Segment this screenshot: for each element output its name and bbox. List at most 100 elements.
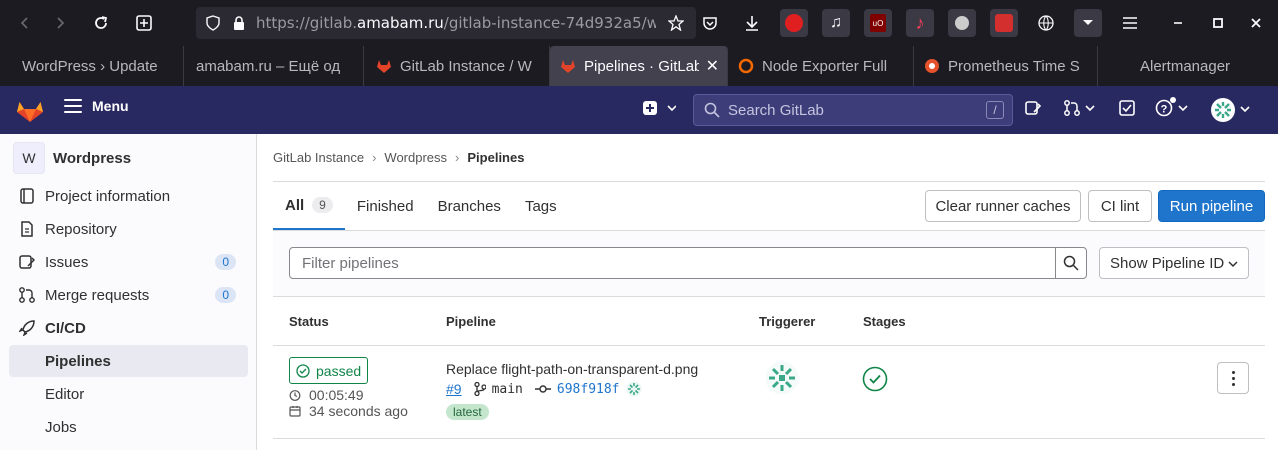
close-tab-icon[interactable]: ✕ [706,56,719,76]
sidebar-item-merge-requests[interactable]: Merge requests 0 [9,279,248,311]
issues-icon[interactable] [1025,100,1042,119]
commit-sha-link[interactable]: 698f918f [557,382,620,397]
project-sidebar: W Wordpress Project information Reposito… [0,134,257,450]
browser-toolbar: https://gitlab.amabam.ru/gitlab-instance… [0,0,1278,46]
reload-icon[interactable] [86,8,116,38]
sidebar-item-issues[interactable]: Issues 0 [9,246,248,278]
merge-requests-icon[interactable] [1064,100,1096,119]
hamburger-icon[interactable] [1116,9,1144,37]
chevron-right-icon: › [372,150,377,165]
branch-link[interactable]: main [492,382,523,397]
chevron-down-icon[interactable] [1074,9,1102,37]
issues-icon [19,254,35,270]
sidebar-item-project-information[interactable]: Project information [9,180,248,212]
browser-tab[interactable]: Node Exporter Full [728,46,914,86]
status-badge[interactable]: passed [289,357,369,384]
gitlab-header: Menu Search GitLab / ? [0,86,1278,134]
commit-author-avatar[interactable] [626,381,642,397]
lock-icon[interactable] [232,15,246,31]
browser-tab[interactable]: Prometheus Time S [914,46,1098,86]
more-actions-button[interactable] [1217,362,1249,394]
ublock-icon[interactable]: uO [864,9,892,37]
sidebar-item-repository[interactable]: Repository [9,213,248,245]
sidebar-item-label: Project information [45,187,171,205]
sidebar-item-jobs[interactable]: Jobs [9,411,248,443]
merge-request-icon [19,287,35,303]
kebab-dot [1231,376,1235,380]
pocket-icon[interactable] [696,9,724,37]
search-icon [704,102,720,118]
pipeline-ref: #9 main 698f918f [446,381,642,397]
browser-tab[interactable]: GitLab Instance / W [364,46,550,86]
filter-search-button[interactable] [1055,247,1087,279]
new-item-icon[interactable] [642,100,677,119]
show-pipeline-id-dropdown[interactable]: Show Pipeline ID [1099,247,1249,279]
new-tab-icon[interactable] [129,8,159,38]
search-input[interactable]: Search GitLab / [693,94,1013,126]
filter-bar: Filter pipelines Show Pipeline ID [273,231,1265,297]
minimize-icon[interactable] [1164,9,1192,37]
sidebar-item-label: Repository [45,220,117,238]
browser-tab[interactable]: WordPress › Update [0,46,184,86]
doc-icon [19,221,35,237]
sidebar-item-label: CI/CD [45,319,86,337]
pipeline-id-link[interactable]: #9 [446,381,462,397]
search-icon [1063,255,1079,271]
tab-label: All [285,196,305,214]
back-icon[interactable] [10,8,40,38]
tab-label: Alertmanager [1140,57,1231,75]
tab-label: Tags [524,197,557,215]
main-content: GitLab Instance › Wordpress › Pipelines … [257,134,1278,450]
menu-button[interactable]: Menu [64,98,129,114]
branch-icon [473,382,486,396]
sidebar-item-pipelines[interactable]: Pipelines [9,345,248,377]
ci-lint-button[interactable]: CI lint [1088,190,1152,222]
run-pipeline-button[interactable]: Run pipeline [1158,190,1265,222]
todo-icon[interactable] [1119,100,1135,119]
divider [273,438,1265,439]
hamburger-icon [64,99,82,113]
project-info-icon [19,188,35,204]
tab-tags[interactable]: Tags [513,182,569,230]
star-icon[interactable] [668,15,684,31]
stage-passed-icon[interactable] [862,366,888,392]
finished-time: 34 seconds ago [289,403,408,419]
chevron-down-icon [1228,261,1238,268]
tab-finished[interactable]: Finished [345,182,426,230]
extension-redhat-icon[interactable] [780,9,808,37]
clear-runner-caches-button[interactable]: Clear runner caches [925,190,1081,222]
breadcrumb-item[interactable]: GitLab Instance [273,150,364,165]
sidebar-item-ci-cd[interactable]: CI/CD [9,312,248,344]
extension-red-icon[interactable] [990,9,1018,37]
breadcrumb-item[interactable]: Wordpress [384,150,447,165]
project-header[interactable]: W Wordpress [13,142,131,174]
shield-icon[interactable] [206,15,220,31]
extension-dots-icon[interactable] [948,9,976,37]
gitlab-favicon-icon [377,60,391,73]
browser-tab[interactable]: Alertmanager [1098,46,1278,86]
triggerer-avatar[interactable] [765,361,799,395]
browser-tab[interactable]: amabam.ru – Ещё од [184,46,364,86]
extension-music-icon[interactable]: ♫ [822,9,850,37]
commit-title-link[interactable]: Replace flight-path-on-transparent-d.png [446,361,698,377]
gitlab-logo-icon[interactable] [16,96,44,123]
forward-icon[interactable] [45,8,75,38]
help-icon[interactable]: ? [1155,97,1191,120]
sidebar-item-editor[interactable]: Editor [9,378,248,410]
filter-pipelines-input[interactable]: Filter pipelines [289,247,1056,279]
globe-icon[interactable] [1032,9,1060,37]
rocket-icon [19,320,35,336]
user-avatar[interactable] [1210,96,1256,127]
maximize-icon[interactable] [1204,9,1232,37]
tab-label: GitLab Instance / W [400,57,532,75]
tab-branches[interactable]: Branches [426,182,513,230]
browser-tab-active[interactable]: Pipelines · GitLab ✕ [550,46,728,86]
download-icon[interactable] [738,9,766,37]
breadcrumb-current[interactable]: Pipelines [467,150,524,165]
url-bar[interactable]: https://gitlab.amabam.ru/gitlab-instance… [196,7,696,39]
column-header-pipeline: Pipeline [446,314,496,329]
tab-all[interactable]: All 9 [273,182,345,230]
column-header-triggerer: Triggerer [759,314,816,329]
close-window-icon[interactable] [1242,9,1270,37]
extension-note-icon[interactable]: ♪ [906,9,934,37]
